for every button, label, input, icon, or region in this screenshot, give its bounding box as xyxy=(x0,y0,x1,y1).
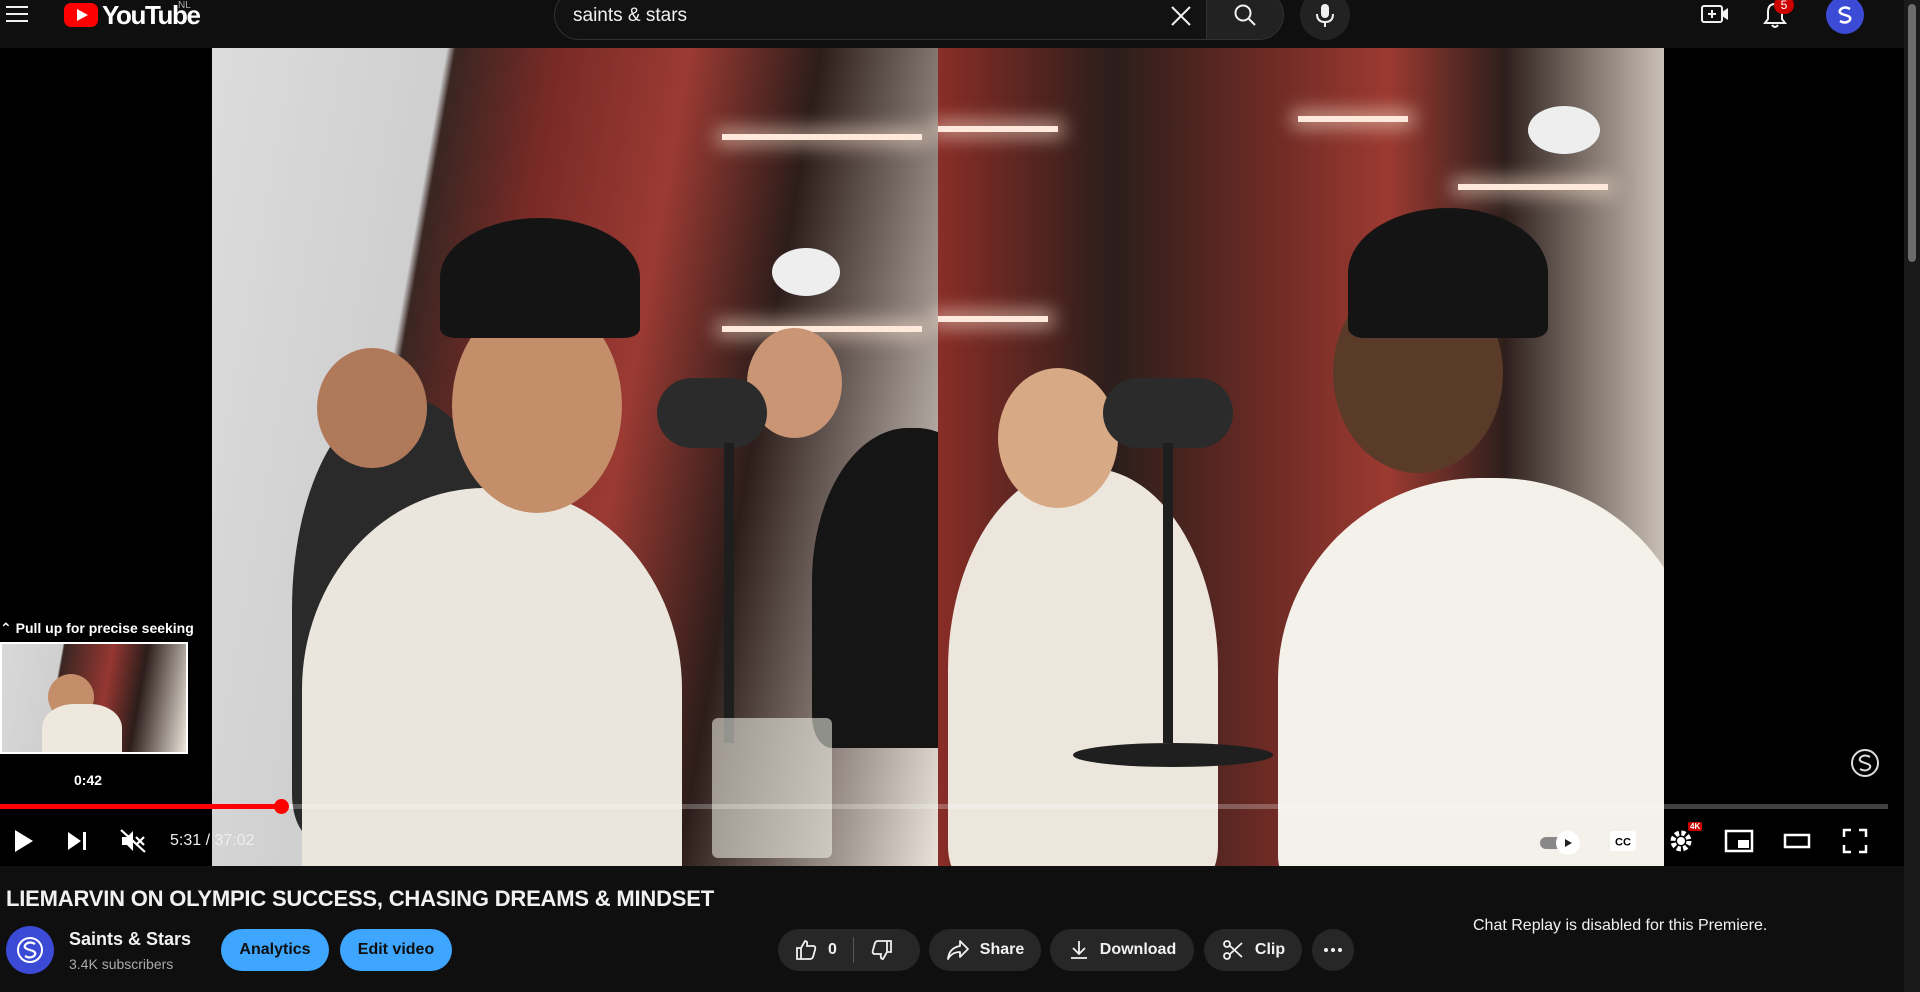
video-frame[interactable] xyxy=(212,48,1664,866)
share-button[interactable]: Share xyxy=(929,929,1041,971)
play-icon xyxy=(15,830,33,852)
youtube-logo-icon xyxy=(64,3,98,27)
channel-name[interactable]: Saints & Stars xyxy=(69,929,191,950)
voice-search-button[interactable] xyxy=(1300,0,1350,40)
video-title: LIEMARVIN ON OLYMPIC SUCCESS, CHASING DR… xyxy=(6,886,714,911)
page-scrollbar[interactable] xyxy=(1904,0,1920,992)
clip-label: Clip xyxy=(1254,941,1286,958)
channel-watermark-icon[interactable] xyxy=(1850,748,1880,778)
video-player[interactable]: ⌃ Pull up for precise seeking 0:42 5:31 … xyxy=(0,48,1904,866)
progress-bar[interactable] xyxy=(0,799,1888,814)
dislike-icon xyxy=(871,940,892,960)
create-icon[interactable] xyxy=(1700,2,1730,28)
next-icon xyxy=(68,832,86,850)
country-code: NL xyxy=(178,0,191,11)
theater-mode-button[interactable] xyxy=(1774,818,1820,864)
video-left-half xyxy=(212,48,1012,866)
like-dislike-group: 0 xyxy=(778,929,920,971)
share-label: Share xyxy=(979,941,1025,958)
share-icon xyxy=(946,940,969,960)
time-display: 5:31 / 37:02 xyxy=(170,832,255,849)
edit-video-button[interactable]: Edit video xyxy=(340,929,452,971)
like-button[interactable]: 0 xyxy=(778,929,853,971)
autoplay-toggle[interactable] xyxy=(1540,830,1582,855)
notification-badge: 5 xyxy=(1774,0,1794,14)
cc-icon: CC xyxy=(1610,831,1636,851)
progress-played xyxy=(0,804,282,809)
masthead: YouTube NL 5 xyxy=(0,0,1904,48)
mute-button[interactable] xyxy=(110,818,156,864)
svg-text:CC: CC xyxy=(1615,837,1631,849)
player-controls: 5:31 / 37:02 CC 4K xyxy=(0,818,1904,866)
fullscreen-button[interactable] xyxy=(1832,818,1878,864)
play-button[interactable] xyxy=(0,818,46,864)
search-input[interactable] xyxy=(573,3,1133,29)
search-button[interactable] xyxy=(1206,0,1284,40)
clip-button[interactable]: Clip xyxy=(1204,929,1302,971)
like-icon xyxy=(796,940,817,960)
scrubber-handle[interactable] xyxy=(274,799,290,814)
chat-replay-message: Chat Replay is disabled for this Premier… xyxy=(1473,917,1768,934)
subscriber-count: 3.4K subscribers xyxy=(69,956,174,972)
seek-hint: ⌃ Pull up for precise seeking xyxy=(0,620,194,637)
like-count: 0 xyxy=(828,941,837,958)
seek-preview-time: 0:42 xyxy=(74,772,103,788)
miniplayer-button[interactable] xyxy=(1716,818,1762,864)
channel-logo-icon xyxy=(1838,6,1852,24)
dislike-button[interactable] xyxy=(854,929,910,971)
settings-icon xyxy=(1670,830,1692,852)
mic-icon xyxy=(1316,4,1334,27)
fullscreen-icon xyxy=(1842,828,1868,854)
seek-hint-text: Pull up for precise seeking xyxy=(15,620,194,636)
search-box xyxy=(554,0,1206,40)
channel-logo-icon xyxy=(17,937,43,963)
download-label: Download xyxy=(1099,941,1177,958)
seek-preview-thumbnail xyxy=(0,642,188,754)
miniplayer-icon xyxy=(1724,829,1754,853)
next-button[interactable] xyxy=(54,818,100,864)
menu-icon[interactable] xyxy=(6,2,34,26)
account-avatar[interactable] xyxy=(1826,0,1864,34)
more-actions-button[interactable] xyxy=(1312,929,1354,971)
scissors-icon xyxy=(1222,940,1243,960)
chevron-up-icon: ⌃ xyxy=(0,620,12,636)
video-right-half xyxy=(938,48,1664,866)
scrollbar-thumb[interactable] xyxy=(1908,4,1916,262)
captions-button[interactable]: CC xyxy=(1600,818,1646,864)
search-bar xyxy=(554,0,1284,40)
analytics-button[interactable]: Analytics xyxy=(221,929,329,971)
more-icon xyxy=(1324,948,1342,952)
quality-badge: 4K xyxy=(1688,822,1703,831)
channel-avatar[interactable] xyxy=(6,926,54,974)
clear-icon[interactable] xyxy=(1164,0,1198,33)
muted-icon xyxy=(120,829,146,853)
theater-icon xyxy=(1783,833,1811,849)
search-icon xyxy=(1234,4,1256,26)
download-icon xyxy=(1070,941,1087,959)
download-button[interactable]: Download xyxy=(1050,929,1194,971)
autoplay-icon xyxy=(1556,831,1580,855)
